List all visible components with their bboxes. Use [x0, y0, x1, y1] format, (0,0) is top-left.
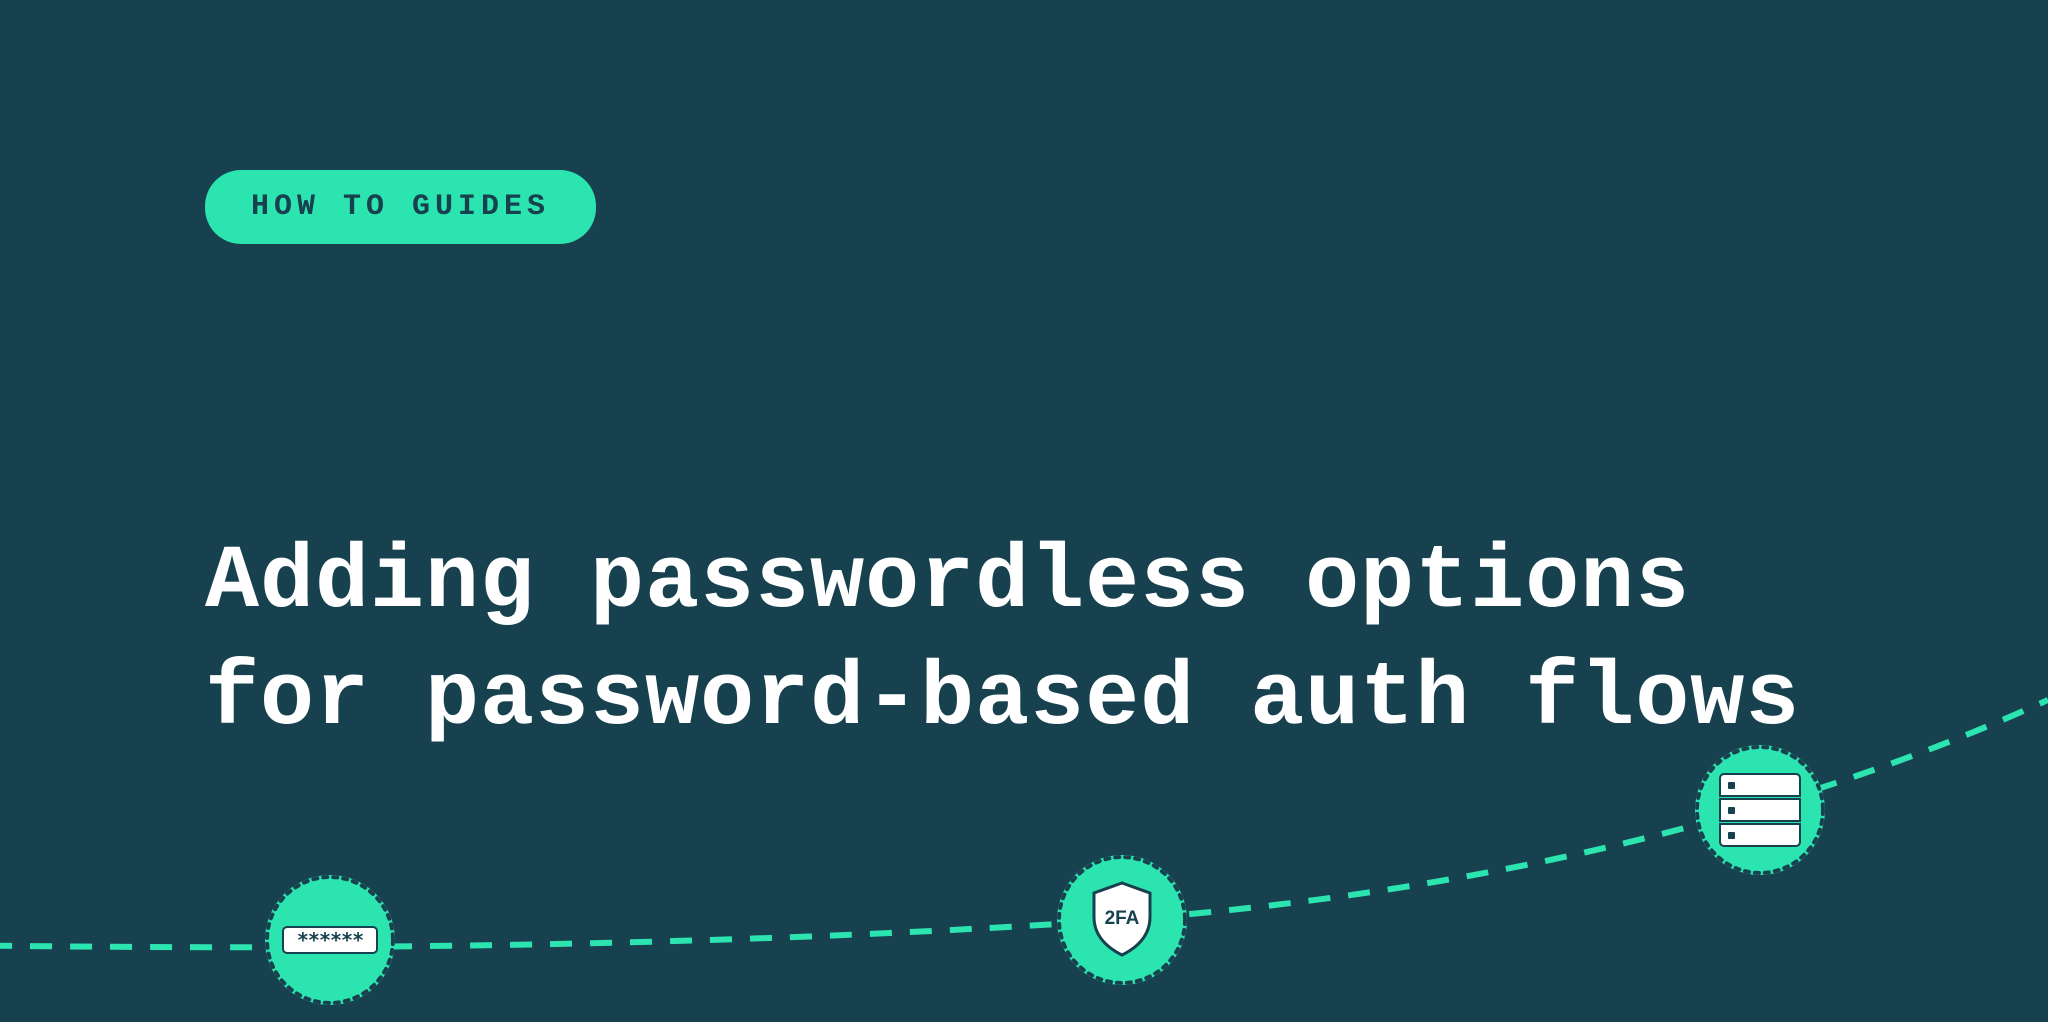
- node-scalloped-border: [1057, 855, 1187, 985]
- badge-label: HOW TO GUIDES: [251, 190, 550, 224]
- node-scalloped-border: [265, 875, 395, 1005]
- node-scalloped-border: [1695, 745, 1825, 875]
- twofa-node: 2FA: [1057, 855, 1187, 985]
- server-node: [1695, 745, 1825, 875]
- password-node: ******: [265, 875, 395, 1005]
- page-title: Adding passwordless options for password…: [205, 525, 1905, 759]
- category-badge: HOW TO GUIDES: [205, 170, 596, 244]
